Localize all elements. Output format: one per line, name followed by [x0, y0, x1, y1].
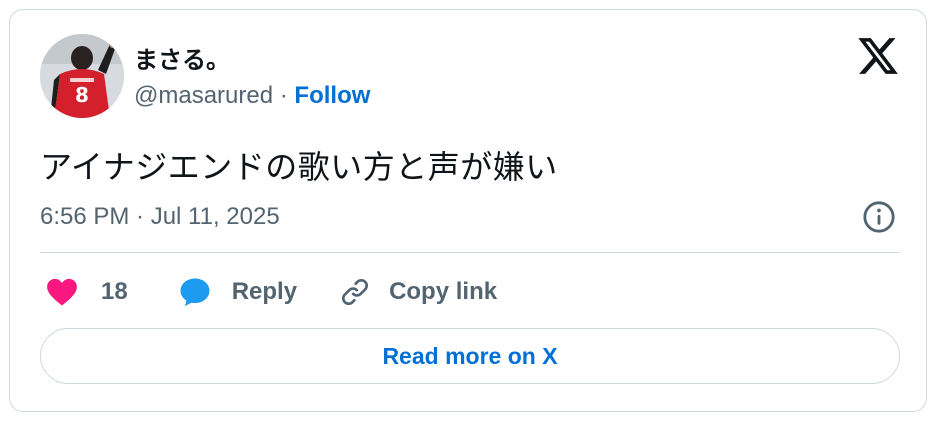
heart-icon: [47, 278, 77, 306]
reply-label: Reply: [231, 278, 298, 305]
author-handle-row: @masarured · Follow: [134, 82, 370, 110]
link-icon: [342, 278, 369, 306]
copy-link-button[interactable]: Copy link: [339, 276, 497, 308]
tweet-embed-card: 8 まさる。 @masarured · Follow アイナジエンドの歌い方と声…: [9, 9, 927, 412]
reply-button[interactable]: Reply: [178, 275, 297, 309]
copy-link-label: Copy link: [389, 278, 498, 305]
author-display-name[interactable]: まさる。: [134, 40, 230, 75]
author-handle[interactable]: @masarured: [134, 82, 273, 109]
follow-link[interactable]: Follow: [294, 82, 370, 109]
tweet-actions: 18 Reply Copy link: [40, 272, 497, 312]
divider: [40, 252, 900, 253]
x-logo-icon[interactable]: [856, 34, 900, 78]
handle-separator: ·: [273, 82, 295, 109]
like-count: 18: [101, 278, 128, 305]
avatar[interactable]: 8: [40, 34, 124, 118]
tweet-timestamp[interactable]: 6:56 PM · Jul 11, 2025: [40, 203, 280, 231]
svg-text:8: 8: [75, 83, 89, 107]
read-more-button[interactable]: Read more on X: [40, 328, 900, 384]
info-icon[interactable]: [862, 200, 896, 234]
tweet-text: アイナジエンドの歌い方と声が嫌い: [40, 149, 558, 185]
reply-bubble-icon: [180, 278, 210, 307]
like-button[interactable]: 18: [45, 275, 128, 309]
avatar-image: 8: [40, 34, 124, 118]
